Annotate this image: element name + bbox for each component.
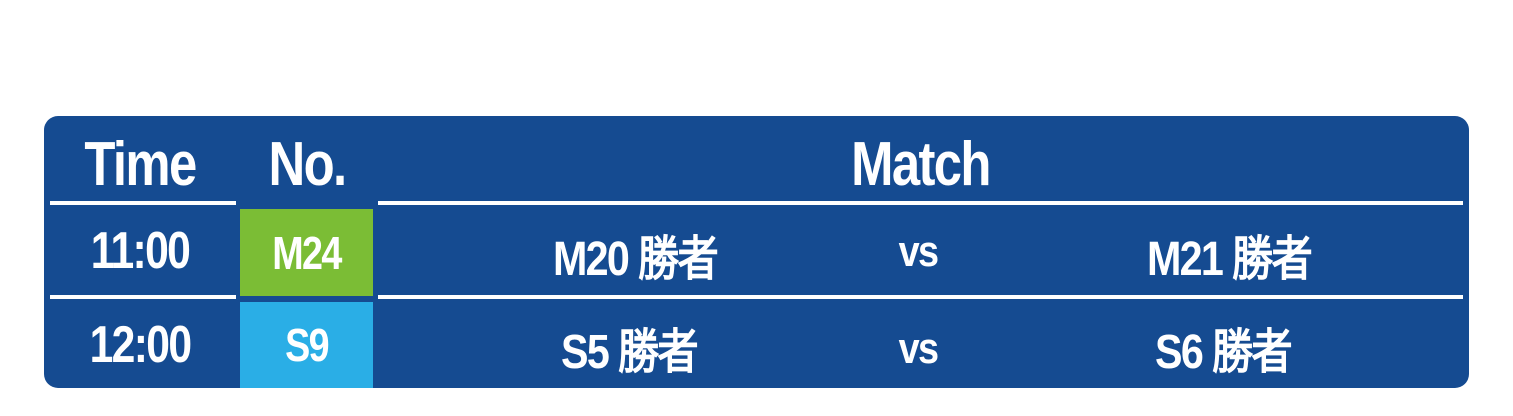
row-time: 11:00 xyxy=(90,222,191,280)
match-number: M24 xyxy=(272,226,342,279)
vs-label: vs xyxy=(898,227,939,276)
match-number: S9 xyxy=(285,319,329,371)
header-match: Match xyxy=(851,129,991,199)
header-time: Time xyxy=(84,129,197,199)
team-a: S5 勝者 xyxy=(561,326,699,379)
team-b: S6 勝者 xyxy=(1155,326,1293,379)
rule-header-match xyxy=(378,201,1463,205)
row-time: 12:00 xyxy=(89,315,192,374)
rule-row1-match xyxy=(378,295,1463,299)
header-no: No. xyxy=(268,129,348,199)
schedule-panel: Time No. Match 11:00 M24 M20 勝者 vs M21 勝… xyxy=(44,116,1469,388)
team-a: M20 勝者 xyxy=(552,233,719,286)
team-b: M21 勝者 xyxy=(1146,233,1313,286)
rule-header-time xyxy=(50,201,236,205)
rule-row1-time xyxy=(50,295,236,299)
vs-label: vs xyxy=(898,324,939,373)
